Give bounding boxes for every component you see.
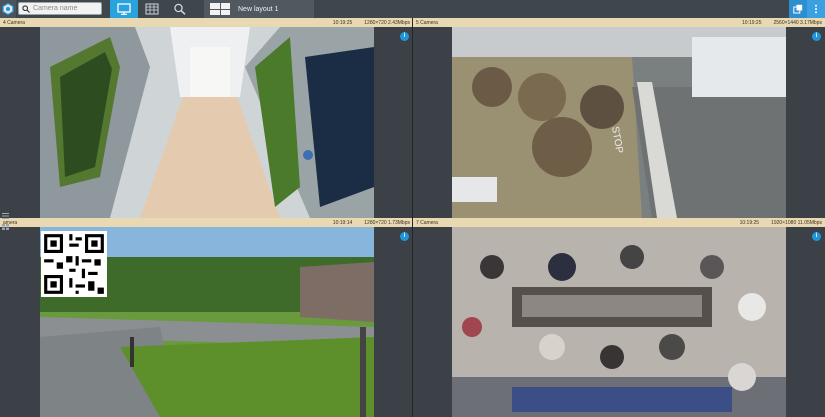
camera-stream-info: 1280×720 1.73Mbps (364, 219, 410, 226)
info-icon[interactable]: i (400, 32, 409, 41)
camera-header: 7 Camera 10:19:25 1920×1080 11.05Mbps (413, 218, 825, 227)
camera-search-field[interactable] (18, 2, 103, 15)
camera-header: amera 10:19:14 1280×720 1.73Mbps (0, 218, 413, 227)
layout-grid-icon (210, 3, 230, 15)
info-icon[interactable]: i (812, 32, 821, 41)
camera-time: 10:19:25 (332, 19, 353, 26)
camera-tile[interactable]: amera 10:19:14 1280×720 1.73Mbps i (0, 218, 413, 417)
camera-video-feed[interactable] (40, 27, 374, 218)
live-view-button[interactable] (110, 0, 138, 18)
archive-button[interactable] (138, 0, 166, 18)
camera-name: 4 Camera (3, 19, 25, 26)
camera-stream-info: 2560×1440 3.17Mbps (773, 19, 822, 26)
toolbar-right (789, 0, 825, 18)
qr-code (41, 231, 107, 297)
search-analytics-icon (174, 3, 186, 15)
search-input[interactable] (33, 5, 103, 12)
vertical-dots-icon (815, 4, 817, 14)
camera-stream-info: 1920×1080 11.05Mbps (771, 219, 822, 226)
monitor-icon (117, 3, 131, 15)
layout-tab-label: New layout 1 (238, 5, 279, 13)
camera-time: 10:19:25 (742, 19, 762, 26)
list-icon (2, 206, 9, 219)
app-logo-icon[interactable] (0, 0, 16, 18)
search-icon (22, 4, 30, 13)
search-analytics-button[interactable] (166, 0, 194, 18)
camera-tile[interactable]: 7 Camera 10:19:25 1920×1080 11.05Mbps i (413, 218, 825, 417)
camera-video-feed[interactable] (40, 227, 374, 417)
export-window-icon (793, 4, 803, 14)
camera-time: 10:19:14 (332, 219, 353, 226)
camera-header: 5 Camera 10:19:25 2560×1440 3.17Mbps (413, 18, 825, 27)
camera-tile[interactable]: 5 Camera 10:19:25 2560×1440 3.17Mbps STO… (413, 18, 825, 218)
camera-tile[interactable]: 4 Camera 10:19:25 1280×720 2.43Mbps i (0, 18, 413, 218)
tile-divider (412, 18, 413, 417)
camera-video-feed[interactable]: STOP (452, 27, 786, 218)
tab-layout[interactable]: New layout 1 (204, 0, 314, 18)
archive-grid-icon (145, 3, 159, 15)
camera-header: 4 Camera 10:19:25 1280×720 2.43Mbps (0, 18, 413, 27)
camera-name: 7 Camera (416, 219, 438, 226)
top-toolbar: New layout 1 (0, 0, 825, 18)
grid-icon (2, 217, 9, 230)
camera-stream-info: 1280×720 2.43Mbps (364, 19, 410, 26)
surveillance-client: New layout 1 4 Camera 10:19:25 1280×720 … (0, 0, 825, 417)
export-window-button[interactable] (789, 0, 807, 18)
info-icon[interactable]: i (400, 232, 409, 241)
info-icon[interactable]: i (812, 232, 821, 241)
camera-name: 5 Camera (416, 19, 438, 26)
side-panel-toggle[interactable] (1, 206, 10, 232)
camera-name: amera (3, 219, 18, 226)
menu-button[interactable] (807, 0, 825, 18)
camera-video-feed[interactable] (452, 227, 786, 417)
camera-time: 10:19:25 (739, 219, 760, 226)
